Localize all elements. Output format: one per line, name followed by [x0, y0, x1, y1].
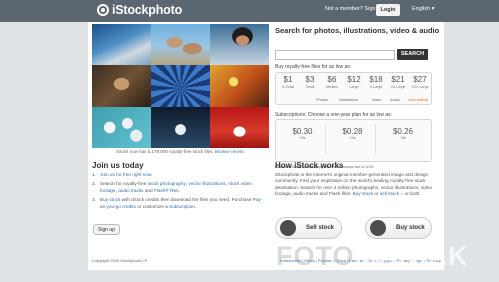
sell-stock-inline-link[interactable]: sell stock	[380, 191, 399, 196]
tab-photos[interactable]: Photos	[316, 98, 328, 102]
copyright: Copyright 2009 iStockphoto LP	[92, 258, 148, 263]
mosaic-caption: iStock now has 5,179,000 royalty-free st…	[92, 149, 269, 154]
plan-cell[interactable]: $0.30/ file	[280, 124, 326, 154]
how-text: or	[372, 191, 380, 197]
buy-stock-inline-link[interactable]: Buy stock	[353, 191, 373, 196]
signup-button[interactable]: Sign up	[93, 224, 120, 235]
price-size: Large	[349, 85, 359, 89]
join-steps: 1. Join us for free right now. 2. Search…	[92, 172, 264, 213]
plan-cell[interactable]: $0.28/ file	[330, 124, 376, 154]
price-cell[interactable]: $1 X-Small	[277, 75, 299, 89]
istockphoto-logo[interactable]: iStockphoto	[97, 3, 182, 17]
logo-text: iStockphoto	[112, 3, 183, 17]
search-button[interactable]: SEARCH	[397, 49, 428, 60]
mosaic-image[interactable]	[210, 107, 269, 148]
plan-value: $0.30	[292, 127, 313, 136]
login-button[interactable]: Login	[376, 4, 400, 16]
watermark-text: MANIAK	[354, 241, 469, 271]
tab-now-selling[interactable]: Now selling!	[408, 98, 428, 102]
step-text: and	[143, 187, 154, 193]
price-cell[interactable]: $12 Large	[343, 75, 365, 89]
step-text: with iStock credits then download the fi…	[120, 196, 253, 202]
mosaic-image[interactable]	[92, 107, 151, 148]
list-item: 3. Buy stock with iStock credits then do…	[92, 197, 264, 210]
flash-files-link[interactable]: Flash® files.	[154, 188, 180, 193]
search-input[interactable]	[275, 50, 395, 60]
subscription-link[interactable]: Subscription.	[169, 204, 196, 209]
price-value: $12	[347, 75, 361, 84]
search-heading: Search for photos, illustrations, video …	[275, 26, 440, 35]
watermark: FOTOMANIAK	[276, 241, 469, 272]
mosaic-image[interactable]	[210, 24, 269, 65]
price-value: $21	[391, 75, 405, 84]
mosaic-image[interactable]	[210, 65, 269, 107]
sell-icon	[280, 220, 296, 236]
price-size: X-Large	[369, 85, 383, 89]
price-cell[interactable]: $6 Medium	[321, 75, 343, 89]
price-value: $6	[327, 75, 337, 84]
watermark-text: FOTO	[276, 241, 355, 271]
price-size: XXX-Large	[411, 85, 429, 89]
mosaic-image[interactable]	[151, 65, 210, 107]
price-cell[interactable]: $18 X-Large	[365, 75, 387, 89]
price-value: $27	[413, 75, 427, 84]
browse-recent-link[interactable]: Browse recent.	[215, 149, 245, 154]
price-cell[interactable]: $21 XX-Large	[387, 75, 409, 89]
plan-value: $0.26	[392, 127, 414, 136]
signup-link[interactable]: Not a member? Sign up	[325, 6, 383, 12]
mosaic-image[interactable]	[151, 107, 210, 148]
price-value: $18	[369, 75, 383, 84]
buy-stock-link[interactable]: Buy stock	[100, 197, 120, 202]
buy-stock-label: Buy stock	[396, 225, 425, 231]
how-description: iStockphoto is the internet's original m…	[275, 172, 437, 198]
step-number: 1.	[92, 172, 96, 177]
price-size: Medium	[325, 85, 339, 89]
join-free-link[interactable]: Join us for free right now.	[100, 172, 152, 177]
list-item: 2. Search for royalty-free stock photogr…	[92, 181, 264, 194]
join-heading: Join us today	[92, 161, 144, 170]
mosaic-image[interactable]	[92, 65, 151, 107]
tab-illustrations[interactable]: Illustrations	[339, 98, 358, 102]
plan-cell[interactable]: $0.26/ file	[380, 124, 426, 154]
subscriptions-label: Subscriptions: Choose a one-year plan fo…	[275, 112, 393, 118]
price-size: X-Small	[281, 85, 295, 89]
logo-mark-icon	[97, 4, 109, 16]
mosaic-image[interactable]	[151, 24, 210, 65]
file-count-text: iStock now has 5,179,000 royalty-free st…	[116, 149, 214, 154]
tab-audio[interactable]: Audio	[390, 98, 400, 102]
plan-unit: / file	[349, 136, 356, 140]
how-text: -- or both.	[399, 191, 421, 197]
plan-unit: / file	[399, 136, 407, 140]
step-text: Search for royalty-free	[100, 181, 148, 187]
price-cell[interactable]: $3 Small	[299, 75, 321, 89]
price-size: XX-Large	[390, 85, 406, 89]
mosaic-image[interactable]	[92, 24, 151, 65]
step-number: 2.	[92, 181, 96, 187]
language-selector[interactable]: English ▾	[412, 6, 434, 12]
plan-unit: / file	[299, 136, 306, 140]
how-heading: How iStock works	[275, 161, 344, 170]
price-value: $1	[283, 75, 293, 84]
buy-label: Buy royalty-free files for as low as:	[275, 64, 352, 70]
sell-stock-button[interactable]: Sell stock	[275, 217, 342, 239]
tab-video[interactable]: Video	[372, 98, 382, 102]
top-header: iStockphoto Not a member? Sign up Login …	[0, 0, 499, 22]
image-mosaic	[92, 24, 269, 148]
price-cell[interactable]: $27 XXX-Large	[409, 75, 431, 89]
step-number: 3.	[92, 196, 96, 202]
buy-stock-button[interactable]: Buy stock	[365, 217, 432, 239]
plan-value: $0.28	[342, 127, 363, 136]
sell-stock-label: Sell stock	[306, 225, 335, 231]
main-content-card: iStock now has 5,179,000 royalty-free st…	[88, 22, 444, 270]
list-item: 1. Join us for free right now.	[92, 172, 264, 179]
subscription-plans: $0.30/ file $0.28/ file $0.26/ file	[275, 119, 432, 162]
price-value: $3	[305, 75, 315, 84]
step-text: or customize a	[135, 203, 170, 209]
buy-icon	[370, 220, 386, 236]
price-size: Small	[305, 85, 315, 89]
